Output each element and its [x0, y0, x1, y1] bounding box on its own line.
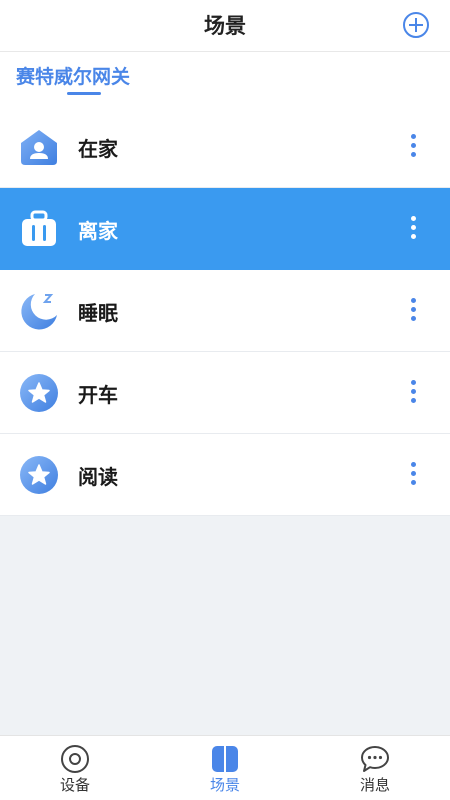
gateway-tab[interactable]: 赛特威尔网关 [16, 62, 130, 89]
nav-tab-devices[interactable]: 设备 [25, 736, 125, 800]
scene-label: 睡眠 [78, 301, 118, 325]
scene-list: 在家 离家 睡眠 开车 阅读 [0, 106, 450, 516]
luggage-icon [22, 210, 56, 246]
more-vertical-icon[interactable] [408, 134, 418, 160]
more-vertical-icon[interactable] [408, 462, 418, 488]
more-vertical-icon[interactable] [408, 298, 418, 324]
chat-icon [361, 746, 389, 772]
scene-row-driving[interactable]: 开车 [0, 352, 450, 434]
top-bar: 场景 [0, 0, 450, 52]
scene-row-away[interactable]: 离家 [0, 188, 450, 270]
star-icon [20, 456, 58, 494]
device-icon [61, 745, 89, 773]
nav-label: 场景 [209, 776, 240, 794]
scene-row-sleep[interactable]: 睡眠 [0, 270, 450, 352]
nav-label: 设备 [59, 776, 90, 794]
page-title: 场景 [204, 14, 246, 38]
scene-label: 阅读 [78, 465, 118, 489]
star-icon [20, 374, 58, 412]
moon-icon [21, 294, 57, 330]
bottom-nav: 设备 场景 消息 [0, 735, 450, 800]
more-vertical-icon[interactable] [408, 380, 418, 406]
scene-label: 在家 [78, 137, 118, 161]
scene-label: 开车 [78, 383, 118, 407]
more-vertical-icon[interactable] [408, 216, 418, 242]
tab-underline [67, 92, 101, 95]
plus-circle-icon[interactable] [402, 11, 430, 39]
nav-tab-messages[interactable]: 消息 [325, 736, 425, 800]
nav-label: 消息 [359, 776, 390, 794]
scene-label: 离家 [78, 219, 118, 243]
gateway-tabbar: 赛特威尔网关 [0, 52, 450, 106]
home-icon [21, 130, 57, 165]
scene-row-reading[interactable]: 阅读 [0, 434, 450, 516]
nav-tab-scenes[interactable]: 场景 [175, 736, 275, 800]
scene-icon [212, 746, 238, 772]
scene-row-home[interactable]: 在家 [0, 106, 450, 188]
